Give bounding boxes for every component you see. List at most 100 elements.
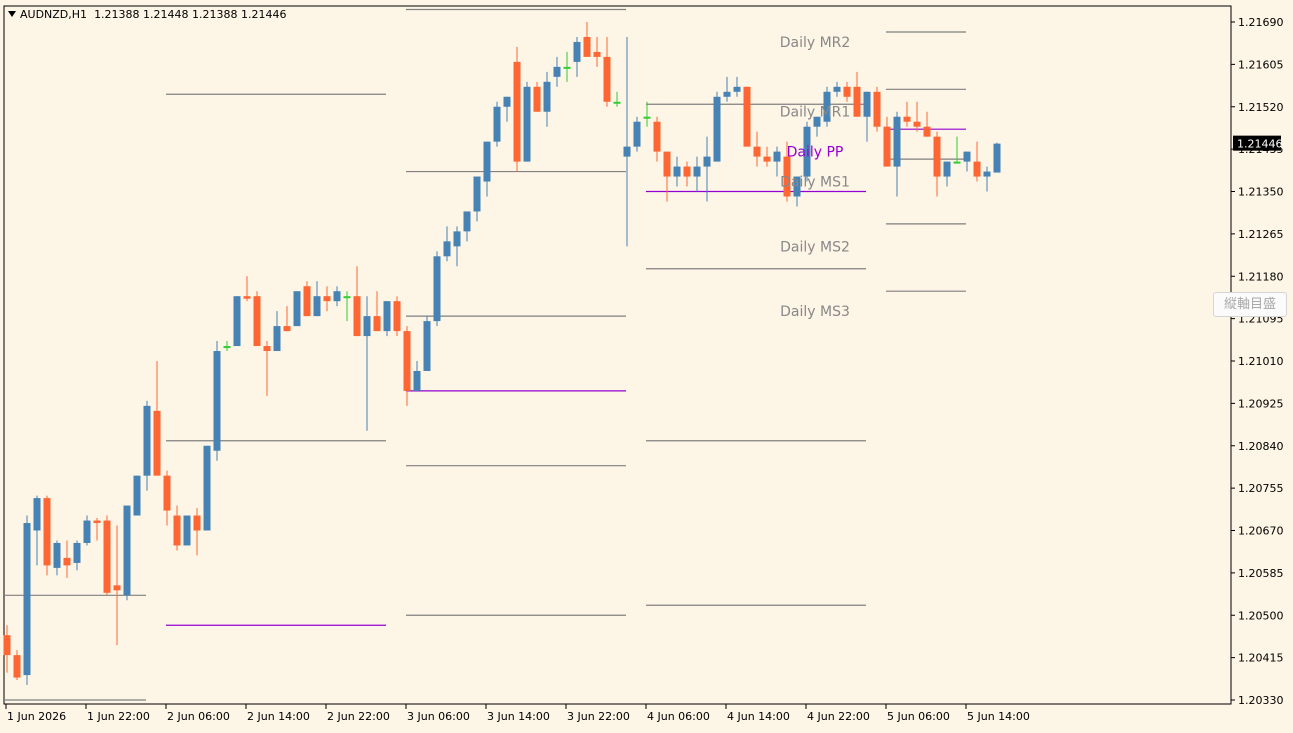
candle-body bbox=[73, 542, 81, 563]
candle-body bbox=[753, 146, 761, 157]
x-axis-tick-label: 4 Jun 14:00 bbox=[727, 710, 790, 723]
candle-body bbox=[673, 166, 681, 177]
y-axis-tick-label: 1.20415 bbox=[1238, 652, 1284, 665]
candle-body bbox=[53, 542, 61, 568]
candle-body bbox=[133, 475, 141, 516]
candle-body bbox=[313, 296, 321, 317]
y-axis-tick-label: 1.20670 bbox=[1238, 525, 1284, 538]
level-label: Daily MR2 bbox=[780, 35, 851, 51]
x-axis-tick-label: 1 Jun 2026 bbox=[7, 710, 66, 723]
candle-body bbox=[233, 296, 241, 347]
candle-body bbox=[373, 316, 381, 332]
y-axis-tick-label: 1.21265 bbox=[1238, 228, 1284, 241]
x-axis-tick-label: 5 Jun 06:00 bbox=[887, 710, 950, 723]
candle-body bbox=[713, 96, 721, 162]
candle-body bbox=[423, 321, 431, 371]
symbol-label: AUDNZD,H1 bbox=[20, 8, 88, 21]
vertical-scale-button[interactable]: 縦軸目盛 bbox=[1213, 292, 1287, 317]
ohlc-readout: 1.21388 1.21448 1.21388 1.21446 bbox=[94, 8, 287, 21]
x-axis-tick-label: 1 Jun 22:00 bbox=[87, 710, 150, 723]
candle-body bbox=[593, 51, 601, 57]
collapse-triangle-icon[interactable] bbox=[8, 11, 16, 17]
candle-body bbox=[533, 86, 541, 112]
candle-body bbox=[293, 291, 301, 327]
candle-body bbox=[963, 151, 971, 162]
candle-body bbox=[553, 66, 561, 77]
y-axis-tick-label: 1.20925 bbox=[1238, 397, 1284, 410]
y-axis-tick-label: 1.20755 bbox=[1238, 482, 1284, 495]
candle-body bbox=[733, 86, 741, 92]
candle-body bbox=[933, 136, 941, 177]
level-label: Daily MS3 bbox=[780, 304, 850, 320]
candle-body bbox=[393, 301, 401, 332]
candle-body bbox=[43, 498, 51, 566]
candle-body bbox=[863, 91, 871, 117]
candle-body bbox=[63, 557, 71, 566]
candle-body bbox=[213, 351, 221, 451]
candle-body bbox=[203, 445, 211, 531]
candle-body bbox=[773, 151, 781, 162]
candle-body bbox=[853, 86, 861, 117]
x-axis-tick-label: 2 Jun 06:00 bbox=[167, 710, 230, 723]
candle-body bbox=[263, 346, 271, 352]
candle-body bbox=[323, 296, 331, 302]
candle-body bbox=[13, 655, 21, 678]
candle-body bbox=[913, 121, 921, 127]
candle-body bbox=[903, 116, 911, 122]
candle-body bbox=[833, 86, 841, 92]
x-axis-tick-label: 2 Jun 22:00 bbox=[327, 710, 390, 723]
x-axis-tick-label: 3 Jun 06:00 bbox=[407, 710, 470, 723]
candle-body bbox=[563, 66, 571, 69]
candle-body bbox=[883, 126, 891, 167]
candle-body bbox=[613, 101, 621, 104]
candle-body bbox=[583, 36, 591, 57]
candle-body bbox=[953, 161, 961, 164]
candle-body bbox=[253, 296, 261, 347]
candle-body bbox=[973, 161, 981, 177]
plot-area-border bbox=[3, 5, 1232, 705]
level-label: Daily MR1 bbox=[780, 105, 851, 121]
y-axis-tick-label: 1.21350 bbox=[1238, 186, 1284, 199]
x-axis-tick-label: 3 Jun 22:00 bbox=[567, 710, 630, 723]
candle-body bbox=[143, 405, 151, 476]
x-axis-tick-label: 4 Jun 06:00 bbox=[647, 710, 710, 723]
candle-body bbox=[873, 91, 881, 127]
candle-body bbox=[433, 256, 441, 322]
price-chart[interactable]: 1.216901.216051.215201.214351.213501.212… bbox=[0, 0, 1293, 733]
candle-body bbox=[543, 81, 551, 112]
candle-body bbox=[893, 116, 901, 167]
y-axis-tick-label: 1.21690 bbox=[1238, 16, 1284, 29]
candle-body bbox=[33, 498, 41, 531]
candle-body bbox=[643, 116, 651, 119]
y-axis-tick-label: 1.21180 bbox=[1238, 270, 1284, 283]
level-label: Daily MS1 bbox=[780, 175, 850, 191]
candle-body bbox=[283, 326, 291, 332]
y-axis-tick-label: 1.21010 bbox=[1238, 355, 1284, 368]
chart-header: AUDNZD,H1 1.21388 1.21448 1.21388 1.2144… bbox=[8, 8, 287, 21]
candle-body bbox=[983, 171, 991, 177]
candle-body bbox=[743, 86, 751, 147]
candle-body bbox=[183, 515, 191, 546]
chart-window[interactable]: 1.216901.216051.215201.214351.213501.212… bbox=[0, 0, 1293, 733]
candle-body bbox=[163, 475, 171, 511]
candle-body bbox=[633, 121, 641, 147]
candle-body bbox=[693, 166, 701, 177]
candle-body bbox=[273, 326, 281, 352]
candle-body bbox=[83, 520, 91, 543]
candle-body bbox=[443, 241, 451, 257]
candle-body bbox=[623, 146, 631, 157]
candle-body bbox=[363, 316, 371, 337]
current-price-label: 1.21446 bbox=[1237, 138, 1283, 151]
candle-body bbox=[223, 346, 231, 349]
level-label: Daily PP bbox=[787, 145, 844, 161]
candle-body bbox=[603, 56, 611, 102]
candle-body bbox=[513, 61, 521, 162]
y-axis-tick-label: 1.21605 bbox=[1238, 58, 1284, 71]
y-axis-tick-label: 1.20840 bbox=[1238, 440, 1284, 453]
candle-body bbox=[843, 86, 851, 97]
candle-body bbox=[23, 523, 31, 676]
y-axis-tick-label: 1.20500 bbox=[1238, 609, 1284, 622]
x-axis-tick-label: 5 Jun 14:00 bbox=[967, 710, 1030, 723]
candle-body bbox=[683, 166, 691, 177]
candle-body bbox=[93, 520, 101, 524]
